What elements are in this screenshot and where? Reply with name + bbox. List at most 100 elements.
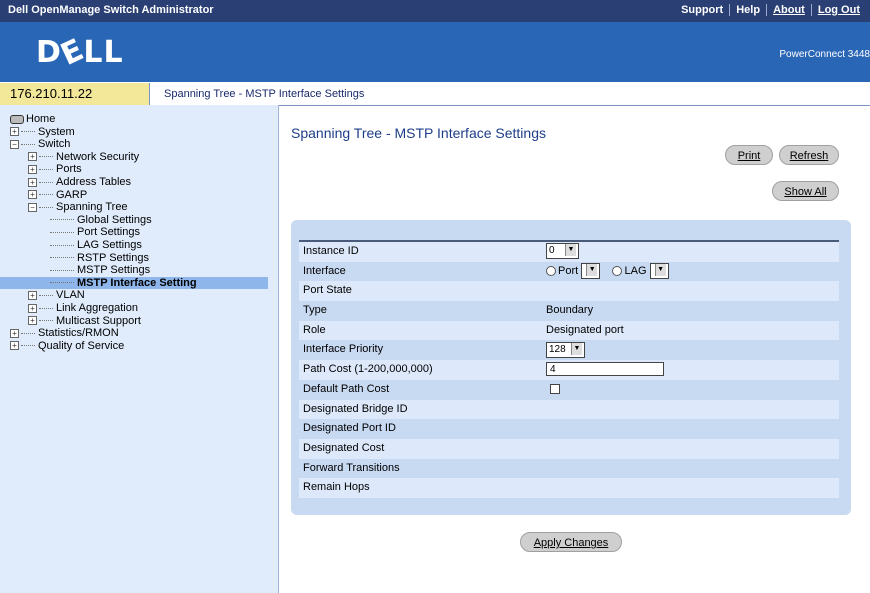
tree-address-tables[interactable]: + Address Tables — [10, 176, 268, 189]
print-button[interactable]: Print — [725, 145, 773, 165]
row-interface: Interface Port ▼ LAG ▼ — [299, 261, 839, 282]
tree-statistics[interactable]: + Statistics/RMON — [10, 327, 268, 340]
default-path-cost-checkbox[interactable] — [550, 383, 560, 394]
expand-icon[interactable]: + — [10, 328, 19, 338]
logout-link[interactable]: Log Out — [812, 4, 866, 16]
settings-panel: Instance ID 0 ▼ Interface Port ▼ LAG ▼ Po… — [291, 220, 851, 515]
page-title: Spanning Tree - MSTP Interface Settings — [291, 125, 546, 141]
tree-global-settings[interactable]: Global Settings — [10, 214, 268, 227]
tree-label: MSTP Settings — [77, 264, 151, 277]
row-default-path-cost: Default Path Cost — [299, 379, 839, 400]
instance-id-select[interactable]: 0 ▼ — [546, 242, 579, 262]
settings-table: Instance ID 0 ▼ Interface Port ▼ LAG ▼ Po… — [299, 240, 839, 498]
row-forward-transitions: Forward Transitions — [299, 458, 839, 479]
tree-lag-settings[interactable]: LAG Settings — [10, 239, 268, 252]
tree-label: Link Aggregation — [56, 301, 138, 314]
expand-icon[interactable]: + — [10, 341, 19, 351]
tree-garp[interactable]: + GARP — [10, 189, 268, 202]
port-radio[interactable] — [546, 265, 556, 276]
collapse-icon[interactable]: − — [10, 139, 19, 149]
expand-icon[interactable]: + — [28, 290, 37, 300]
tree-mstp-settings[interactable]: MSTP Settings — [10, 264, 268, 277]
tree-label: Address Tables — [56, 175, 132, 188]
top-bar: Dell OpenManage Switch Administrator Sup… — [0, 0, 870, 22]
collapse-icon[interactable]: − — [28, 202, 37, 212]
tree-network-security[interactable]: + Network Security — [10, 151, 268, 164]
show-all-button[interactable]: Show All — [772, 181, 839, 201]
model-name: PowerConnect 3448 — [779, 49, 870, 60]
lag-radio[interactable] — [612, 265, 623, 276]
expand-icon[interactable]: + — [10, 127, 19, 137]
tree-port-settings[interactable]: Port Settings — [10, 226, 268, 239]
row-interface-priority: Interface Priority 128 ▼ — [299, 340, 839, 361]
expand-icon[interactable]: + — [28, 177, 37, 187]
tree-label: Switch — [38, 138, 71, 151]
breadcrumb: Spanning Tree - MSTP Interface Settings — [164, 88, 365, 100]
field-label: Designated Port ID — [303, 422, 396, 435]
field-label: Remain Hops — [303, 481, 370, 494]
tree-system[interactable]: + System — [10, 126, 268, 139]
field-label: Interface — [303, 264, 346, 277]
support-link[interactable]: Support — [675, 4, 729, 16]
role-value: Designated port — [546, 323, 624, 336]
tree-label: MSTP Interface Setting — [77, 276, 197, 289]
tree-label: Ports — [56, 163, 82, 176]
row-instance-id: Instance ID 0 ▼ — [299, 242, 839, 262]
row-path-cost: Path Cost (1-200,000,000) 4 — [299, 360, 839, 380]
dropdown-arrow-icon[interactable]: ▼ — [571, 342, 582, 355]
dropdown-arrow-icon[interactable]: ▼ — [586, 263, 598, 276]
home-icon — [10, 114, 24, 124]
tree-label: VLAN — [56, 289, 85, 302]
tree-vlan[interactable]: + VLAN — [10, 289, 268, 302]
tree-ports[interactable]: + Ports — [10, 163, 268, 176]
priority-select[interactable]: 128 ▼ — [546, 340, 585, 360]
tree-label: Spanning Tree — [56, 201, 128, 214]
tree-qos[interactable]: + Quality of Service — [10, 340, 268, 353]
tree-label: Network Security — [56, 150, 140, 163]
field-label: Instance ID — [303, 245, 359, 257]
top-links: Support Help About Log Out — [675, 4, 866, 17]
expand-icon[interactable]: + — [28, 316, 37, 326]
field-label: Path Cost (1-200,000,000) — [303, 363, 433, 376]
field-label: Port State — [303, 284, 352, 297]
refresh-button[interactable]: Refresh — [779, 145, 839, 165]
radio-label: Port — [558, 264, 579, 277]
tree-label: Home — [26, 113, 56, 125]
tree-label: GARP — [56, 188, 88, 201]
tree-home[interactable]: Home — [10, 113, 268, 126]
row-type: Type Boundary — [299, 301, 839, 321]
row-role: Role Designated port — [299, 320, 839, 341]
tree-label: Global Settings — [77, 213, 152, 226]
tree-label: System — [38, 125, 75, 138]
port-select[interactable]: ▼ — [581, 262, 601, 279]
tree-multicast-support[interactable]: + Multicast Support — [10, 315, 268, 328]
dropdown-arrow-icon[interactable]: ▼ — [654, 263, 666, 276]
expand-icon[interactable]: + — [28, 303, 37, 313]
dell-logo: DELL — [36, 32, 124, 73]
tree-link-aggregation[interactable]: + Link Aggregation — [10, 302, 268, 315]
interface-controls: Port ▼ LAG ▼ — [546, 262, 669, 282]
dropdown-arrow-icon[interactable]: ▼ — [565, 244, 576, 257]
tree-label: LAG Settings — [77, 238, 142, 251]
tree-label: Multicast Support — [56, 314, 141, 327]
lag-select[interactable]: ▼ — [649, 262, 669, 279]
tree-rstp-settings[interactable]: RSTP Settings — [10, 252, 268, 265]
nav-tree: Home + System − Switch + Network Security +… — [0, 113, 268, 353]
apply-changes-button[interactable]: Apply Changes — [520, 532, 622, 552]
device-ip: 176.210.11.22 — [0, 83, 150, 105]
path-cost-input[interactable]: 4 — [546, 362, 664, 377]
help-link[interactable]: Help — [730, 4, 766, 16]
tree-mstp-interface-setting[interactable]: MSTP Interface Setting — [0, 276, 268, 290]
field-label: Role — [303, 323, 326, 336]
tree-spanning-tree[interactable]: − Spanning Tree — [10, 201, 268, 214]
tree-label: Port Settings — [77, 226, 140, 239]
expand-icon[interactable]: + — [28, 152, 37, 162]
about-link[interactable]: About — [767, 4, 811, 16]
field-label: Interface Priority — [303, 343, 384, 356]
tree-switch[interactable]: − Switch — [10, 138, 268, 151]
expand-icon[interactable]: + — [28, 164, 37, 174]
expand-icon[interactable]: + — [28, 190, 37, 200]
tree-label: RSTP Settings — [77, 251, 149, 264]
row-designated-cost: Designated Cost — [299, 438, 839, 459]
field-label: Designated Cost — [303, 441, 385, 454]
